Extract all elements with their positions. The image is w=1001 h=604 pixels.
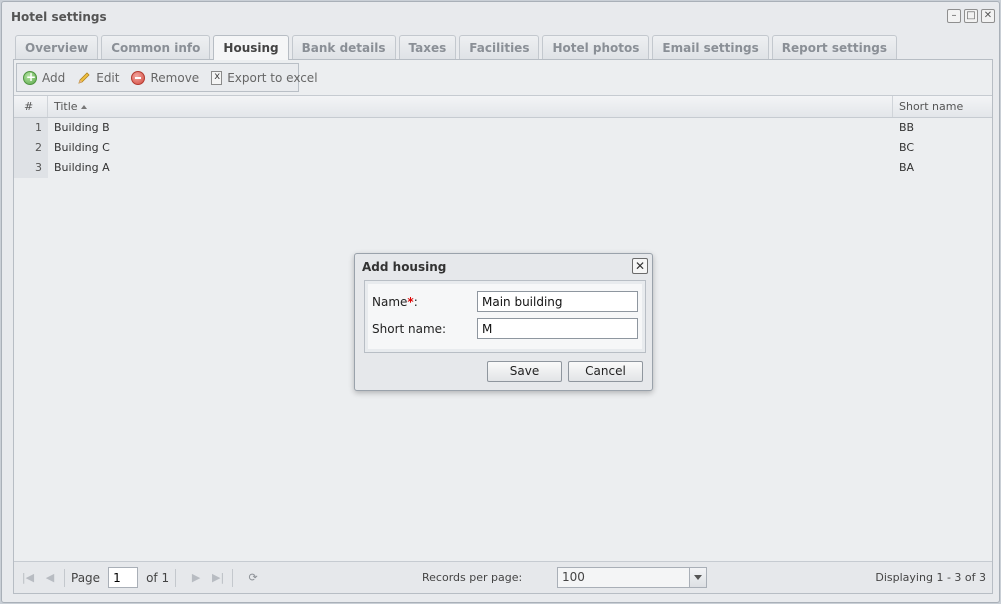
grid-toolbar: Add Edit Remove Export to excel xyxy=(16,63,318,92)
first-page-icon[interactable]: |◀ xyxy=(20,570,36,586)
row-number: 3 xyxy=(14,158,48,178)
records-per-page-value: 100 xyxy=(562,570,585,584)
chevron-down-icon[interactable] xyxy=(689,568,706,587)
grid-header: # Title Short name xyxy=(14,95,992,118)
records-per-page-label: Records per page: xyxy=(422,571,523,584)
pager-divider xyxy=(64,568,65,587)
row-short-name: BB xyxy=(899,121,915,134)
dialog-form: Name*: Short name: xyxy=(364,280,646,353)
row-number: 1 xyxy=(14,118,48,138)
pagination-bar: |◀ ◀ Page of 1 ▶ ▶| ⟳ Records per page: … xyxy=(14,561,992,593)
add-icon xyxy=(23,70,37,85)
remove-button[interactable]: Remove xyxy=(131,70,200,85)
column-header-title-label: Title xyxy=(54,100,78,113)
name-input[interactable] xyxy=(477,291,638,312)
close-icon[interactable]: ✕ xyxy=(981,9,995,23)
tab-housing[interactable]: Housing xyxy=(213,35,289,60)
displaying-summary: Displaying 1 - 3 of 3 xyxy=(875,571,986,584)
cancel-button[interactable]: Cancel xyxy=(568,361,643,382)
short-name-field-row: Short name: xyxy=(372,318,638,339)
settings-tabbar: Overview Common info Housing Bank detail… xyxy=(13,35,993,60)
pencil-icon xyxy=(77,71,91,85)
page-number-input[interactable] xyxy=(108,567,139,588)
hotel-settings-window: Hotel settings – □ ✕ Overview Common inf… xyxy=(1,1,1000,603)
add-housing-dialog: Add housing ✕ Name*: Short name: Save Ca… xyxy=(354,253,653,391)
name-label-colon: : xyxy=(413,294,418,309)
add-button-label: Add xyxy=(42,70,66,85)
tab-overview[interactable]: Overview xyxy=(15,35,99,59)
column-header-number[interactable]: # xyxy=(14,96,48,117)
dialog-close-icon[interactable]: ✕ xyxy=(632,258,648,274)
table-row[interactable]: 3 Building A BA xyxy=(14,158,992,178)
sort-ascending-icon xyxy=(80,105,87,109)
window-title: Hotel settings xyxy=(11,10,107,24)
page-count-label: of 1 xyxy=(146,570,170,585)
save-button[interactable]: Save xyxy=(487,361,562,382)
last-page-icon[interactable]: ▶| xyxy=(210,570,226,586)
excel-icon xyxy=(211,70,223,85)
remove-button-label: Remove xyxy=(150,70,200,85)
table-row[interactable]: 2 Building C BC xyxy=(14,138,992,158)
window-tools: – □ ✕ xyxy=(947,9,995,23)
maximize-icon[interactable]: □ xyxy=(964,9,978,23)
name-field-row: Name*: xyxy=(372,291,638,312)
row-number: 2 xyxy=(14,138,48,158)
name-field-label: Name*: xyxy=(372,295,477,309)
tab-bank-details[interactable]: Bank details xyxy=(291,35,396,59)
grid-body: 1 Building B BB 2 Building C BC 3 Buildi… xyxy=(14,118,992,178)
export-excel-button[interactable]: Export to excel xyxy=(211,70,318,85)
tab-taxes[interactable]: Taxes xyxy=(398,35,457,59)
tab-facilities[interactable]: Facilities xyxy=(459,35,540,59)
export-button-label: Export to excel xyxy=(227,70,318,85)
records-per-page-select[interactable]: 100 xyxy=(557,567,707,588)
pager-divider xyxy=(232,568,234,587)
name-label-text: Name xyxy=(372,294,408,309)
dialog-title: Add housing xyxy=(362,260,447,274)
tab-common-info[interactable]: Common info xyxy=(101,35,211,59)
remove-icon xyxy=(131,70,146,85)
row-title: Building B xyxy=(54,121,110,134)
row-short-name: BC xyxy=(899,141,915,154)
add-button[interactable]: Add xyxy=(23,70,66,85)
refresh-icon[interactable]: ⟳ xyxy=(245,570,261,586)
next-page-icon[interactable]: ▶ xyxy=(188,570,204,586)
edit-button[interactable]: Edit xyxy=(77,71,119,85)
tab-report-settings[interactable]: Report settings xyxy=(771,35,897,59)
tab-hotel-photos[interactable]: Hotel photos xyxy=(542,35,650,59)
row-title: Building A xyxy=(54,161,110,174)
tab-email-settings[interactable]: Email settings xyxy=(652,35,769,59)
column-header-title[interactable]: Title xyxy=(48,96,893,117)
previous-page-icon[interactable]: ◀ xyxy=(42,570,58,586)
edit-button-label: Edit xyxy=(96,70,120,85)
short-name-input[interactable] xyxy=(477,318,638,339)
column-header-short-name[interactable]: Short name xyxy=(893,96,992,117)
row-short-name: BA xyxy=(899,161,915,174)
pager-divider xyxy=(175,568,177,587)
minimize-icon[interactable]: – xyxy=(947,9,961,23)
table-row[interactable]: 1 Building B BB xyxy=(14,118,992,138)
short-name-field-label: Short name: xyxy=(372,321,447,336)
row-title: Building C xyxy=(54,141,110,154)
page-label: Page xyxy=(71,570,101,585)
